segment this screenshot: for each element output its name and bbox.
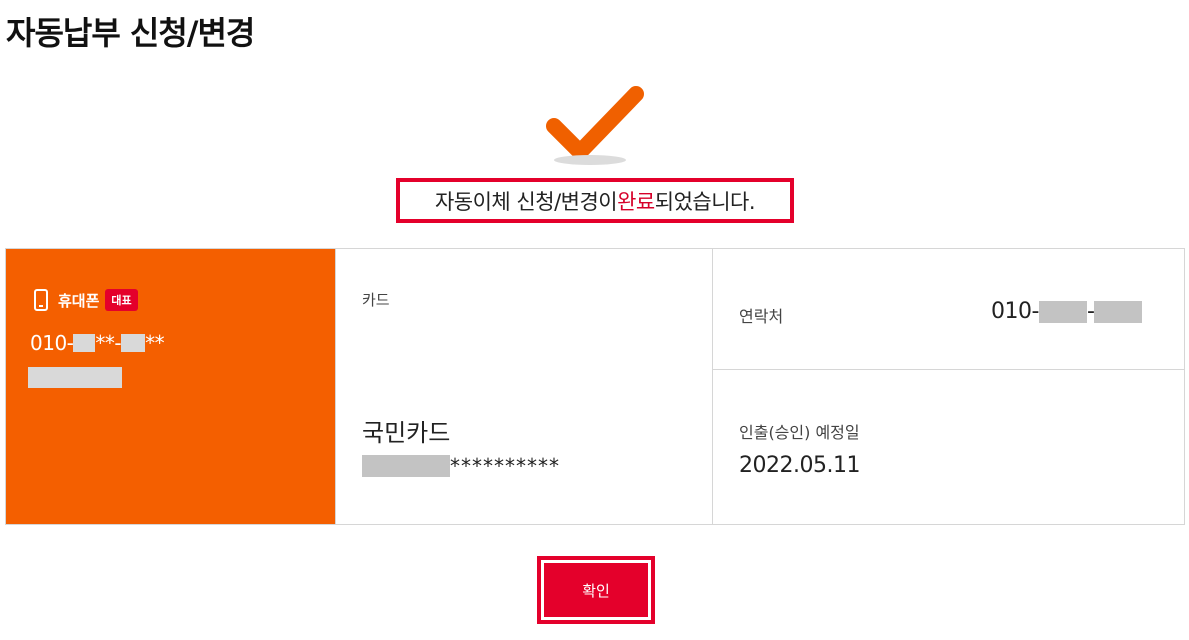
masked-card-digits (362, 455, 450, 477)
contact-value-sep: - (1086, 299, 1095, 324)
card-number-masked: ********** (450, 454, 560, 478)
info-column: 연락처 010- - 인출(승인) 예정일 2022.05.11 (713, 249, 1184, 524)
card-type-label: 카드 (362, 291, 390, 309)
auto-payment-result-page: 자동납부 신청/변경 자동이체 신청/변경이 완료 되었습니다. 휴대폰 대표 0… (0, 0, 1189, 640)
check-shadow (554, 155, 626, 165)
phone-number-prefix: 010- (30, 331, 74, 355)
page-title: 자동납부 신청/변경 (6, 14, 255, 52)
contact-row: 연락처 010- - (713, 249, 1184, 370)
check-icon (540, 82, 650, 167)
representative-badge: 대표 (105, 289, 138, 311)
completion-message-accent: 완료 (617, 189, 655, 214)
phone-number-suffix: ** (145, 331, 165, 355)
contact-label: 연락처 (739, 307, 784, 326)
mobile-phone-icon (34, 289, 48, 311)
card-column: 카드 국민카드 ********** (335, 249, 713, 524)
masked-digits (73, 334, 96, 352)
card-number: ********** (362, 454, 560, 478)
check-mark-svg (546, 86, 644, 160)
phone-header: 휴대폰 대표 (34, 289, 138, 311)
confirm-button-highlight: 확인 (537, 556, 655, 624)
completion-message: 자동이체 신청/변경이 완료 되었습니다. (396, 178, 794, 223)
masked-owner-name (28, 367, 122, 388)
contact-value-prefix: 010- (991, 299, 1039, 324)
phone-number-mid: **- (95, 331, 122, 355)
completion-message-prefix: 자동이체 신청/변경이 (434, 189, 618, 214)
masked-digits (121, 334, 146, 352)
masked-digits (1094, 300, 1143, 323)
withdrawal-date: 2022.05.11 (739, 453, 860, 478)
contact-value: 010- - (991, 299, 1143, 324)
phone-label: 휴대폰 (58, 291, 100, 310)
phone-panel: 휴대폰 대표 010- **- ** (6, 249, 335, 524)
card-name: 국민카드 (362, 419, 451, 447)
withdrawal-date-label: 인출(승인) 예정일 (739, 423, 860, 442)
phone-number: 010- **- ** (30, 331, 165, 355)
masked-digits (1038, 300, 1087, 323)
confirm-button[interactable]: 확인 (544, 563, 648, 617)
completion-message-suffix: 되었습니다. (654, 189, 756, 214)
payment-summary-panel: 휴대폰 대표 010- **- ** 카드 국민카드 ********** 연락… (5, 248, 1185, 525)
